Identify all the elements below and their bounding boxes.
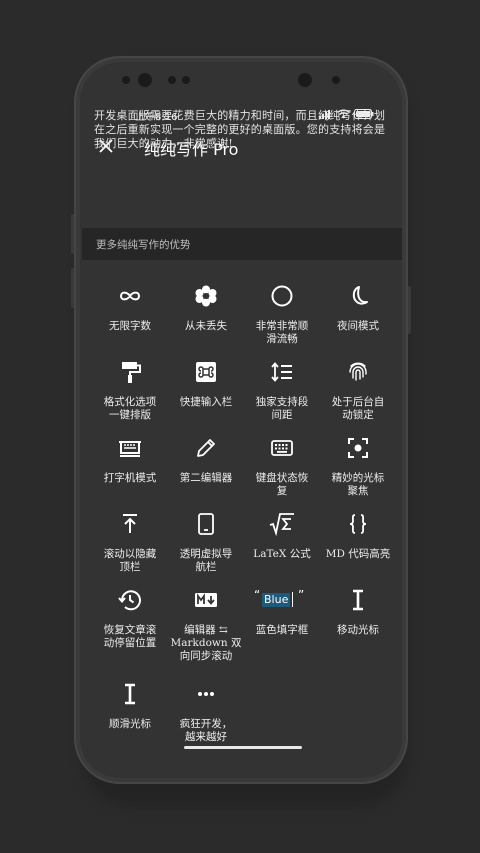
history-icon [118,590,141,611]
feature-item: 移动光标 [320,586,396,637]
keyboard-icon [271,440,293,456]
feature-label: 处于后台自 动锁定 [331,396,385,421]
focus-cursor-icon [348,438,368,458]
feature-label: 格式化选项 一键排版 [103,396,157,421]
home-indicator[interactable] [184,746,302,749]
description-text: 开发桌面版需要花费巨大的精力和时间，而且纯纯写作计划在之后重新实现一个完整的更好… [94,109,386,150]
fingerprint-icon [349,362,367,381]
infinity-icon [119,291,141,301]
blue-highlight-sample: Blue [262,593,291,607]
sqrt-sigma-icon [269,513,294,537]
feature-label: 打字机模式 [103,472,157,484]
flower-icon [195,285,217,307]
feature-label: MD 代码高亮 [325,548,391,560]
sensor-dot [332,76,340,84]
feature-item: MD 代码高亮 [320,510,396,561]
feature-item: 顺滑光标 [92,680,168,731]
scroll-top-icon [123,514,137,533]
feature-label: 蓝色填字框 [255,624,309,636]
feature-item: 快捷输入栏 [168,358,244,409]
feature-item: 打字机模式 [92,434,168,485]
section-label: 更多纯纯写作的优势 [96,239,191,251]
feature-item: 非常非常顺 滑流畅 [244,282,320,346]
feature-label: 编辑器 ⇆ Markdown 双 向同步滚动 [170,624,242,662]
feature-item: 独家支持段 间距 [244,358,320,422]
front-camera [298,73,312,87]
feature-label: 疯狂开发， 越来越好 [179,718,233,743]
circle-icon [271,285,293,307]
section-header: 更多纯纯写作的优势 [82,228,402,260]
braces-icon [349,514,367,534]
moon-icon [352,286,368,305]
blue-highlight-icon: “ Blue ” [254,588,305,607]
feature-item: 第二编辑器 [168,434,244,485]
feature-label: LaTeX 公式 [253,548,311,560]
text-cursor-icon [125,683,135,705]
feature-label: 独家支持段 间距 [255,396,309,421]
feature-label: 顺滑光标 [109,718,151,730]
typewriter-icon [119,441,141,457]
feature-item: 精妙的光标 聚焦 [320,434,396,498]
front-camera [138,73,152,87]
feature-label: 移动光标 [337,624,379,636]
feature-item: 恢复文章滚 动停留位置 [92,586,168,650]
text-cursor-icon [353,589,363,611]
feature-item: 从未丢失 [168,282,244,333]
line-spacing-icon [271,362,292,382]
sensor-dot [168,76,176,84]
paint-roller-icon [122,362,141,383]
feature-label: 从未丢失 [185,320,227,332]
feature-label: 键盘状态恢 复 [255,472,309,497]
feature-item: 键盘状态恢 复 [244,434,320,498]
feature-item: LaTeX 公式 [244,510,320,561]
command-key-icon [196,362,216,382]
tablet-icon [198,513,214,535]
sensor-dot [182,76,190,84]
sensor-dot [122,76,130,84]
feature-item: 无限字数 [92,282,168,333]
feature-item: 处于后台自 动锁定 [320,358,396,422]
feature-label: 夜间模式 [337,320,379,332]
feature-label: 恢复文章滚 动停留位置 [103,624,157,649]
feature-label: 快捷输入栏 [179,396,233,408]
feature-item: 滚动以隐藏 顶栏 [92,510,168,574]
feature-item: “ Blue ” 蓝色填字框 [244,586,320,637]
feature-item: 夜间模式 [320,282,396,333]
feature-label: 滚动以隐藏 顶栏 [103,548,157,573]
markdown-icon [195,593,217,607]
feature-label: 无限字数 [109,320,151,332]
feature-label: 精妙的光标 聚焦 [331,472,385,497]
feature-item: 透明虚拟导 航栏 [168,510,244,574]
feature-label: 非常非常顺 滑流畅 [255,320,309,345]
more-dots-icon [198,692,214,696]
feature-label: 第二编辑器 [179,472,233,484]
feature-item: 编辑器 ⇆ Markdown 双 向同步滚动 [168,586,244,663]
feature-label: 透明虚拟导 航栏 [179,548,233,573]
feature-item: 疯狂开发， 越来越好 [168,680,244,744]
feature-item: 格式化选项 一键排版 [92,358,168,422]
pencil-icon [197,439,215,457]
